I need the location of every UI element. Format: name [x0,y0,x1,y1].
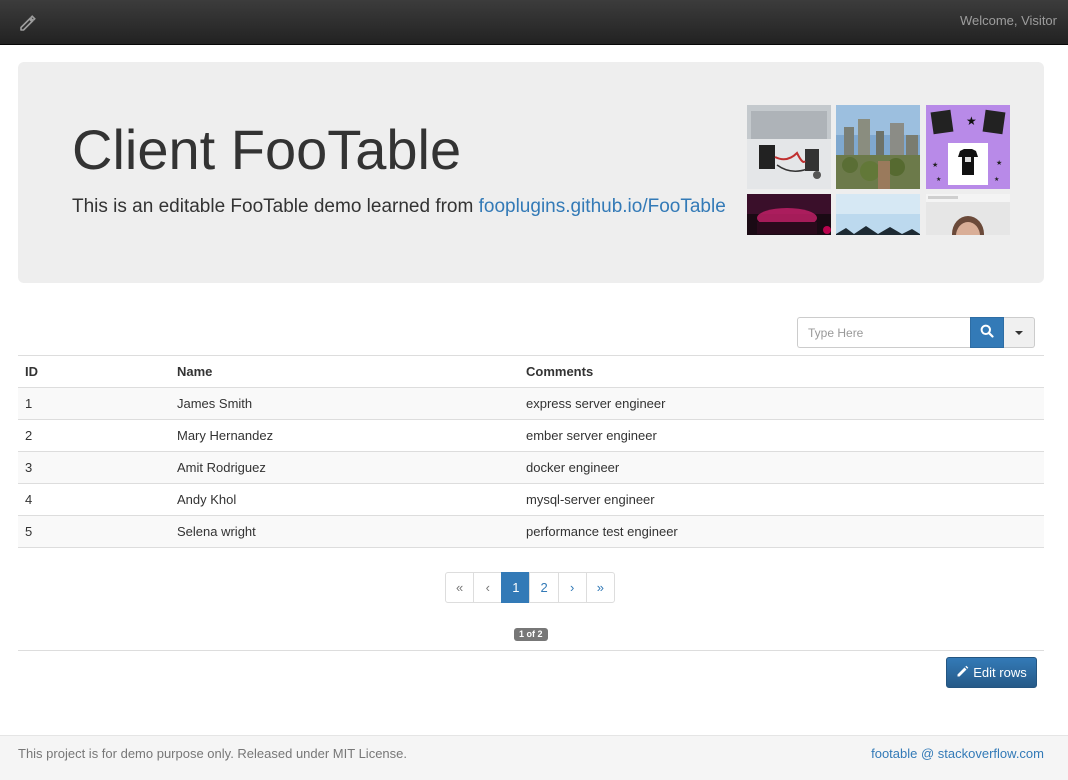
page-next-button[interactable]: › [557,572,587,603]
image-gallery: ★ ★ ★ ★ ★ [747,105,1018,235]
cell-id: 1 [18,387,170,420]
lead-text-prefix: This is an editable FooTable demo learne… [72,196,479,217]
table-row[interactable]: 2 Mary Hernandez ember server engineer [18,419,1044,452]
laptop-electronics-photo[interactable] [747,105,831,189]
jumbotron: Client FooTable This is an editable FooT… [18,62,1044,283]
table-row[interactable]: 4 Andy Khol mysql-server engineer [18,483,1044,516]
footer-license-text: This project is for demo purpose only. R… [18,746,407,761]
pagination: « ‹ 1 2 › » [445,572,615,603]
cell-name: Amit Rodriguez [170,451,519,484]
dark-pink-light-photo[interactable] [747,194,831,235]
cell-comments: mysql-server engineer [519,483,1044,516]
page-count-badge: 1 of 2 [514,628,548,641]
edit-rows-label: Edit rows [973,665,1027,680]
page-2-button[interactable]: 2 [529,572,559,603]
cell-comments: express server engineer [519,387,1044,420]
tshirt-collage-photo[interactable]: ★ ★ ★ ★ ★ [926,105,1010,189]
caret-down-icon [1015,330,1023,335]
column-header-comments[interactable]: Comments [519,355,1044,388]
table-row[interactable]: 3 Amit Rodriguez docker engineer [18,451,1044,484]
search-group [797,317,1035,348]
cell-name: Selena wright [170,515,519,548]
svg-text:★: ★ [994,176,999,183]
cell-name: James Smith [170,387,519,420]
cell-name: Andy Khol [170,483,519,516]
svg-text:★: ★ [966,114,977,128]
footer: This project is for demo purpose only. R… [0,735,1068,780]
svg-text:★: ★ [996,159,1002,167]
page-first-button[interactable]: « [445,572,475,603]
column-header-name[interactable]: Name [170,355,519,388]
top-navbar: Welcome, Visitor [0,0,1068,45]
footable-link[interactable]: fooplugins.github.io/FooTable [479,196,726,217]
svg-text:★: ★ [932,161,938,169]
table-row[interactable]: 1 James Smith express server engineer [18,387,1044,420]
cell-id: 2 [18,419,170,452]
table-header-row: ID Name Comments [18,355,1044,388]
search-input[interactable] [797,317,970,348]
person-portrait-photo[interactable] [926,194,1010,235]
pencil-icon [956,665,969,681]
clients-table: ID Name Comments 1 James Smith express s… [18,355,1044,548]
cell-id: 5 [18,515,170,548]
page-1-button[interactable]: 1 [501,572,531,603]
page-prev-button[interactable]: ‹ [473,572,503,603]
cell-comments: ember server engineer [519,419,1044,452]
page-last-button[interactable]: » [585,572,615,603]
table-row[interactable]: 5 Selena wright performance test enginee… [18,515,1044,548]
divider [18,650,1044,651]
sky-mountain-photo[interactable] [836,194,920,235]
cell-id: 3 [18,451,170,484]
cell-comments: docker engineer [519,451,1044,484]
cell-comments: performance test engineer [519,515,1044,548]
svg-text:★: ★ [936,176,941,183]
pencil-icon[interactable] [18,13,38,33]
cell-id: 4 [18,483,170,516]
search-filter-dropdown[interactable] [1004,317,1035,348]
cell-name: Mary Hernandez [170,419,519,452]
welcome-text: Welcome, Visitor [959,13,1057,28]
edit-rows-button[interactable]: Edit rows [946,657,1037,688]
lead-text: This is an editable FooTable demo learne… [72,196,726,218]
search-button[interactable] [970,317,1004,348]
stackoverflow-link[interactable]: footable @ stackoverflow.com [871,746,1044,761]
city-skyline-photo[interactable] [836,105,920,189]
page-title: Client FooTable [72,118,462,181]
search-icon [980,324,994,341]
column-header-id[interactable]: ID [18,355,170,388]
